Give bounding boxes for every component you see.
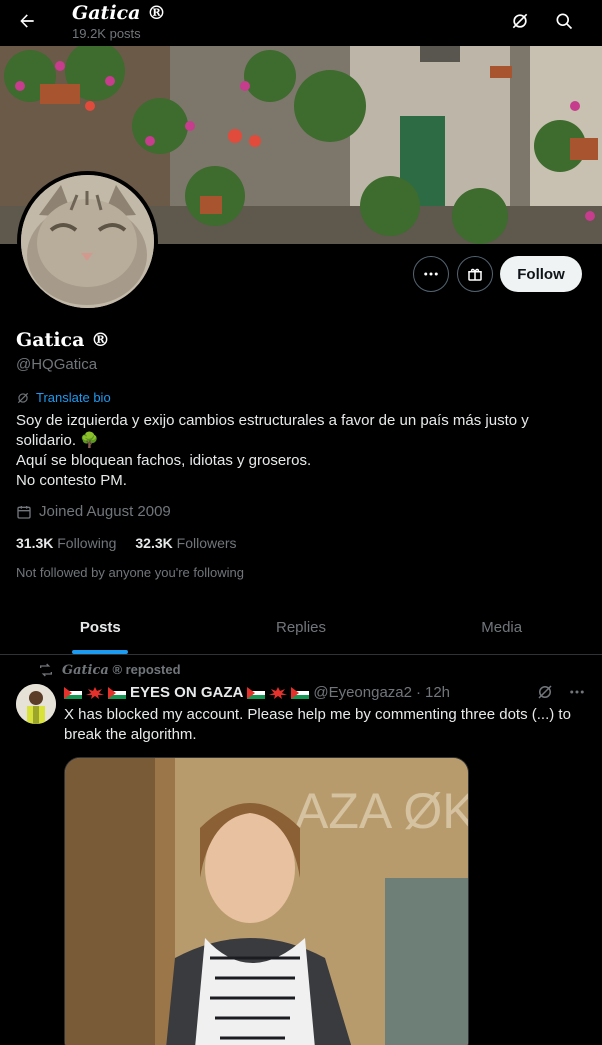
palestine-flag-icon: [64, 686, 82, 699]
translate-bio-label[interactable]: Translate bio: [36, 390, 111, 405]
top-bar: Gatica ® 19.2K posts: [0, 0, 602, 46]
tab-posts[interactable]: Posts: [0, 600, 201, 654]
calendar-icon: [17, 505, 31, 519]
grok-button[interactable]: [507, 8, 533, 34]
media-storefront-text: AZA ØKKE: [295, 783, 469, 839]
following-link[interactable]: 31.3K Following: [16, 535, 116, 551]
post-actions: [536, 683, 586, 701]
grok-icon: [512, 13, 528, 29]
more-button[interactable]: [413, 256, 449, 292]
collision-icon: [269, 686, 288, 699]
profile-display-name: Gatica ®: [16, 329, 111, 351]
post-author-name[interactable]: EYES ON GAZA: [130, 684, 243, 701]
post-media-image[interactable]: AZA ØKKE: [64, 757, 469, 1045]
profile-bio: Soy de izquierda y exijo cambios estruct…: [16, 412, 529, 489]
follow-stats: 31.3K Following 32.3K Followers: [16, 535, 237, 551]
followers-link[interactable]: 32.3K Followers: [135, 535, 236, 551]
following-count: 31.3K: [16, 535, 54, 551]
active-tab-indicator: [72, 650, 129, 654]
tab-media-label: Media: [481, 618, 523, 636]
tab-media[interactable]: Media: [401, 600, 602, 654]
collision-icon: [86, 686, 104, 699]
profile-tabs: Posts Replies Media: [0, 600, 602, 655]
post-separator: ·: [416, 684, 421, 701]
subscribe-button[interactable]: [457, 256, 493, 292]
profile-avatar[interactable]: [17, 171, 158, 312]
back-button[interactable]: [12, 6, 42, 36]
repost-icon: [40, 663, 52, 677]
more-dots-icon: [424, 272, 438, 276]
more-dots-icon[interactable]: [568, 683, 586, 701]
post-header: EYES ON GAZA @Eyeongaza2 · 12h: [64, 684, 450, 701]
joined-date: Joined August 2009: [16, 503, 171, 520]
grok-icon[interactable]: [536, 683, 554, 701]
repost-indicator: Gatica ® reposted: [38, 662, 181, 678]
translate-bio-link[interactable]: Translate bio: [16, 390, 111, 405]
grok-icon: [17, 392, 29, 403]
followers-count: 32.3K: [135, 535, 173, 551]
repost-suffix: ® reposted: [112, 662, 181, 677]
repost-name[interactable]: Gatica: [62, 663, 109, 678]
tab-replies[interactable]: Replies: [201, 600, 402, 654]
not-followed-note: Not followed by anyone you're following: [16, 565, 244, 580]
palestine-flag-icon: [291, 686, 310, 699]
followers-label: Followers: [176, 535, 237, 551]
subscribe-gift-icon: [468, 268, 482, 281]
palestine-flag-icon: [247, 686, 266, 699]
back-arrow-icon: [20, 14, 34, 28]
tab-posts-label: Posts: [79, 618, 121, 636]
header-title: Gatica ®: [72, 2, 167, 24]
post-author-handle[interactable]: @Eyeongaza2: [313, 684, 412, 701]
profile-handle: @HQGatica: [16, 356, 98, 373]
post-text: X has blocked my account. Please help me…: [64, 706, 571, 743]
tab-replies-label: Replies: [275, 618, 327, 636]
search-button[interactable]: [551, 8, 577, 34]
palestine-flag-icon: [108, 686, 126, 699]
search-icon: [556, 13, 573, 30]
follow-button[interactable]: Follow: [500, 256, 582, 292]
header-post-count: 19.2K posts: [72, 26, 141, 41]
joined-label: Joined August 2009: [39, 503, 171, 520]
post-time[interactable]: 12h: [425, 684, 450, 701]
post-author-avatar[interactable]: [16, 684, 56, 724]
following-label: Following: [57, 535, 117, 551]
